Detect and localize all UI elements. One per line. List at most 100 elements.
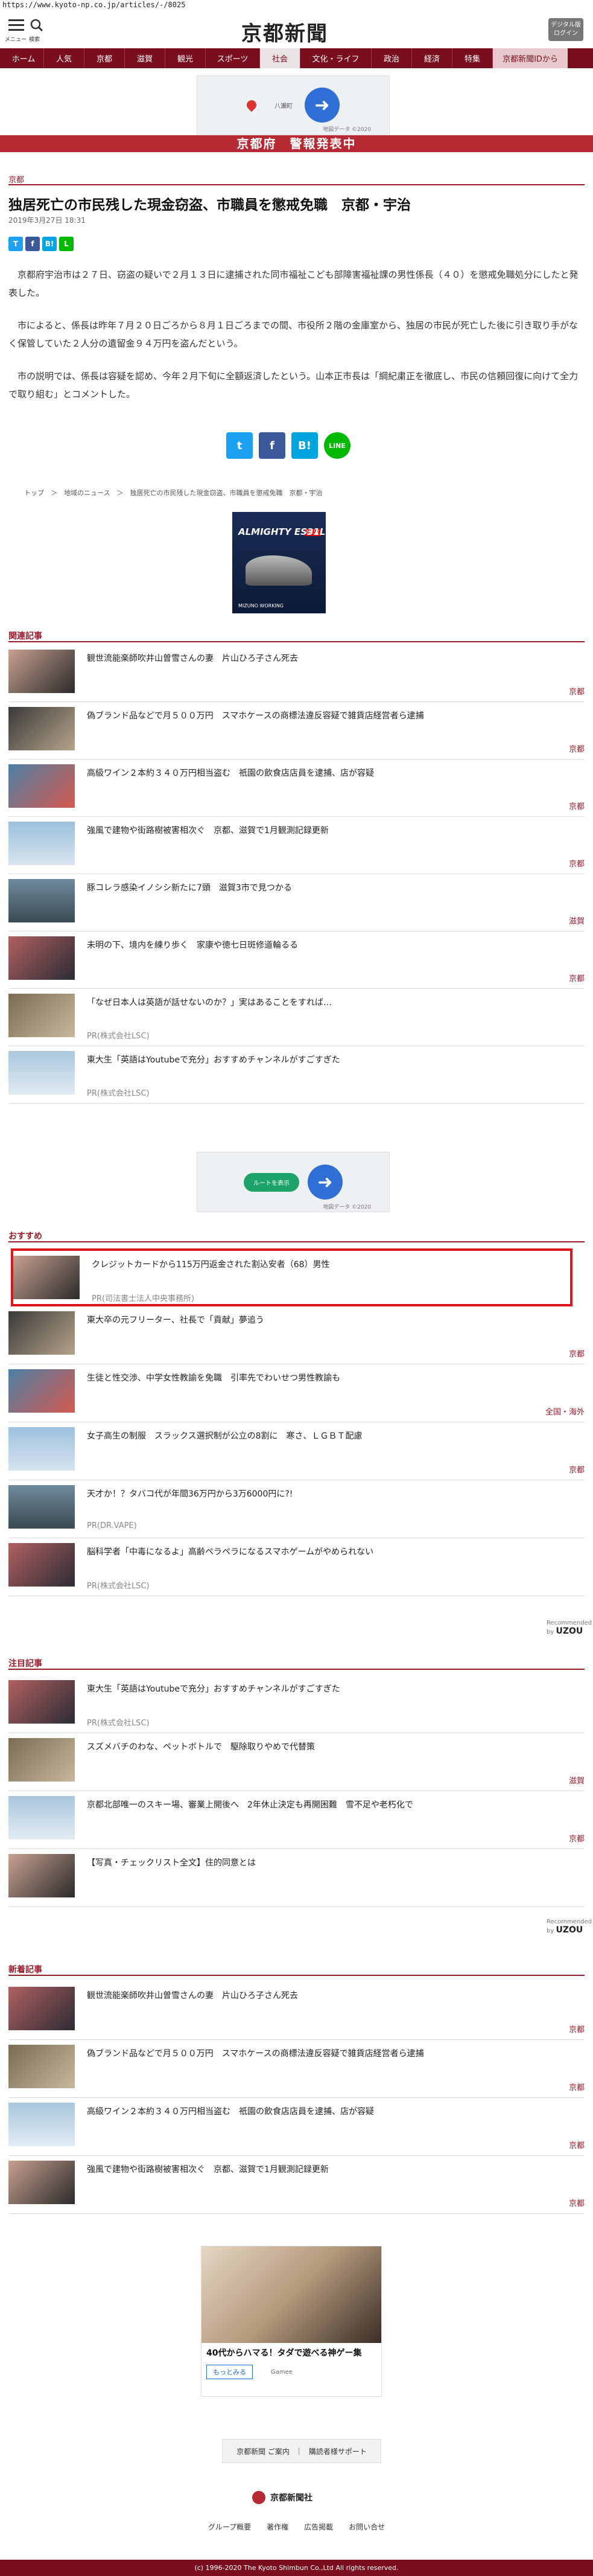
- nav-item-5[interactable]: スポーツ: [206, 48, 260, 68]
- related-item-tag[interactable]: 京都: [569, 857, 585, 869]
- related-item-tag[interactable]: 京都: [569, 685, 585, 697]
- related-item-tag[interactable]: 京都: [569, 800, 585, 811]
- footer-company[interactable]: 京都新聞社: [252, 2491, 312, 2504]
- facebook-share-icon[interactable]: f: [259, 432, 285, 459]
- osusume-item-title: クレジットカードから115万円返金された割込安者（68）男性: [92, 1260, 330, 1270]
- osusume-item[interactable]: 女子高生の制服 スラックス選択制が公立の8割に 寒さ、ＬＧＢＴ配慮 京都: [8, 1422, 585, 1480]
- twitter-icon[interactable]: T: [8, 237, 23, 251]
- notice-item[interactable]: 【写真・チェックリスト全文】住的同意とは: [8, 1849, 585, 1907]
- nav-item-8[interactable]: 政治: [372, 48, 412, 68]
- notice-item-title: 京都北部唯一のスキー場、審業上開後へ 2年休止決定も再開困難 雪不足や老朽化で: [87, 1800, 413, 1810]
- osusume-item-tag[interactable]: 全国・海外: [545, 1405, 585, 1417]
- latest-thumbnail: [8, 2045, 75, 2088]
- notice-item-tag[interactable]: 滋賀: [569, 1774, 585, 1786]
- related-item-title: 偽ブランド品などで月５００万円 スマホケースの商標法違反容疑で雑貨店経営者ら逮捕: [87, 711, 424, 721]
- related-item[interactable]: 「なぜ日本人は英語が話せないのか？」実はあることをすれば… PR(株式会社LSC): [8, 989, 585, 1046]
- twitter-share-icon[interactable]: t: [226, 432, 253, 459]
- article-date: 2019年3月27日 18:31: [8, 216, 86, 225]
- related-item[interactable]: 東大生「英語はYoutubeで充分」おすすめチャンネルがすごすぎた PR(株式会社…: [8, 1046, 585, 1104]
- related-item[interactable]: 偽ブランド品などで月５００万円 スマホケースの商標法違反容疑で雑貨店経営者ら逮捕…: [8, 702, 585, 759]
- nav-item-10[interactable]: 特集: [452, 48, 493, 68]
- footer-nav-link[interactable]: グループ概要: [208, 2522, 251, 2532]
- breadcrumb[interactable]: トップ ＞ 地域のニュース ＞ 独居死亡の市民残した現金窃盗、市職員を懲戒免職 …: [24, 488, 322, 497]
- line-icon[interactable]: L: [59, 237, 74, 251]
- facebook-icon[interactable]: f: [25, 237, 40, 251]
- weather-alert-banner[interactable]: 京都府 警報発表中: [0, 135, 593, 152]
- game-ad-brand: Gamee: [271, 2368, 293, 2376]
- latest-item[interactable]: 強風で建物や街路樹被害相次ぐ 京都、滋賀で1月観測記録更新京都: [8, 2156, 585, 2214]
- related-thumbnail: [8, 994, 75, 1037]
- game-ad[interactable]: 40代からハマる！タダで遊べる神ゲー集 もっとみる Gamee: [201, 2246, 382, 2397]
- latest-item-title: 偽ブランド品などで月５００万円 スマホケースの商標法違反容疑で雑貨店経営者ら逮捕: [87, 2049, 424, 2059]
- related-item[interactable]: 高級ワイン２本約３４０万円相当盗む 祇園の飲食店店員を逮捕、店が容疑 京都: [8, 759, 585, 817]
- osusume-item[interactable]: 生徒と性交渉、中学女性教諭を免職 引率先でわいせつ男性教諭も 全国・海外: [8, 1364, 585, 1422]
- nav-item-3[interactable]: 滋賀: [125, 48, 165, 68]
- latest-item[interactable]: 高級ワイン２本約３４０万円相当盗む 祇園の飲食店店員を逮捕、店が容疑 京都: [8, 2098, 585, 2156]
- game-ad-image: [201, 2246, 381, 2343]
- nav-item-9[interactable]: 経済: [412, 48, 452, 68]
- osusume-item[interactable]: クレジットカードから115万円返金された割込安者（68）男性 PR(司法書士法人中…: [11, 1248, 572, 1306]
- hamburger-menu-icon[interactable]: [8, 19, 24, 34]
- footer-nav-link[interactable]: 著作権: [267, 2522, 288, 2532]
- latest-item-tag[interactable]: 京都: [569, 2081, 585, 2092]
- latest-item[interactable]: 観世流能楽師吹井山曽雪さんの妻 片山ひろ子さん死去 京都: [8, 1982, 585, 2040]
- line-share-icon[interactable]: LINE: [324, 432, 350, 459]
- search-icon[interactable]: [30, 19, 43, 32]
- map-ad-middle[interactable]: ルートを表示 ➜ 地図データ ©2020: [197, 1152, 390, 1212]
- related-item[interactable]: 未明の下、境内を練り歩く 家康や徳七日斑修道輪るる 京都: [8, 932, 585, 989]
- notice-divider: [8, 1669, 585, 1670]
- nav-item-7[interactable]: 文化・ライフ: [300, 48, 372, 68]
- osusume-thumbnail: [8, 1369, 75, 1413]
- related-item[interactable]: 強風で建物や街路樹被害相次ぐ 京都、滋賀で1月観測記録更新 京都: [8, 817, 585, 874]
- notice-item-tag[interactable]: 京都: [569, 1832, 585, 1844]
- hatena-share-icon[interactable]: B!: [291, 432, 318, 459]
- digital-edition-button[interactable]: デジタル版 ログイン: [548, 18, 583, 41]
- latest-item-tag[interactable]: 京都: [569, 2023, 585, 2034]
- related-item-title: 東大生「英語はYoutubeで充分」おすすめチャンネルがすごすぎた: [87, 1055, 340, 1065]
- latest-item-tag[interactable]: 京都: [569, 2139, 585, 2150]
- footer-guide-link[interactable]: 京都新聞 ご案内: [236, 2446, 290, 2456]
- notice-item[interactable]: 東大生「英語はYoutubeで充分」おすすめチャンネルがすごすぎた PR(株式会社…: [8, 1675, 585, 1733]
- footer-nav-link[interactable]: 広告掲載: [304, 2522, 333, 2532]
- related-item-tag[interactable]: 滋賀: [569, 915, 585, 926]
- related-item-title: 「なぜ日本人は英語が話せないのか？」実はあることをすれば…: [87, 998, 332, 1008]
- osusume-item-tag[interactable]: 京都: [569, 1347, 585, 1359]
- osusume-thumbnail: [8, 1543, 75, 1587]
- nav-item-4[interactable]: 観光: [165, 48, 206, 68]
- osusume-item[interactable]: 東大卒の元フリーター、社長で「貢献」夢追う 京都: [8, 1306, 585, 1364]
- latest-item-tag[interactable]: 京都: [569, 2197, 585, 2208]
- nav-item-11[interactable]: 京都新聞IDから: [493, 48, 568, 68]
- osusume-item-tag[interactable]: 京都: [569, 1463, 585, 1475]
- latest-heading: 新着記事: [8, 1965, 42, 1975]
- osusume-item[interactable]: 脳科学者「中毒になるよ」高齢ペラペラになるスマホゲームがやめられない PR(株式会…: [8, 1538, 585, 1596]
- related-item[interactable]: 豚コレラ感染イノシシ新たに7頭 滋賀3市で見つかる 滋賀: [8, 874, 585, 932]
- related-item-sponsor: PR(株式会社LSC): [87, 1032, 150, 1041]
- shoe-ad[interactable]: NEW ALMIGHTY ES31L MIZUNO WORKING: [232, 512, 326, 613]
- nav-item-6[interactable]: 社会: [260, 48, 300, 68]
- map-pin-icon: [244, 98, 259, 112]
- notice-item[interactable]: スズメバチのわな、ペットボトルで 駆除取りやめで代替策 滋賀: [8, 1733, 585, 1791]
- nav-item-2[interactable]: 京都: [84, 48, 125, 68]
- osusume-item[interactable]: 天才か！？タバコ代が年間36万円から3万6000円に?! PR(DR.VAPE): [8, 1480, 585, 1538]
- latest-item-title: 強風で建物や街路樹被害相次ぐ 京都、滋賀で1月観測記録更新: [87, 2165, 329, 2175]
- related-item-tag[interactable]: 京都: [569, 743, 585, 754]
- footer-nav: グループ概要 著作権 広告掲載 お問い合せ: [0, 2522, 593, 2532]
- latest-item[interactable]: 偽ブランド品などで月５００万円 スマホケースの商標法違反容疑で雑貨店経営者ら逮捕…: [8, 2040, 585, 2098]
- related-thumbnail: [8, 650, 75, 693]
- footer-nav-link[interactable]: お問い合せ: [349, 2522, 385, 2532]
- browser-url[interactable]: https://www.kyoto-np.co.jp/articles/-/80…: [0, 0, 593, 11]
- nav-item-1[interactable]: 人気: [44, 48, 84, 68]
- nav-item-0[interactable]: ホーム: [4, 48, 44, 68]
- article-category[interactable]: 京都: [8, 173, 24, 185]
- game-ad-button[interactable]: もっとみる: [206, 2365, 253, 2379]
- map-ad-top[interactable]: 八瀬町 ➜ 地図データ ©2020: [197, 75, 390, 135]
- site-logo[interactable]: 京都新聞: [241, 17, 328, 46]
- footer-guide-link[interactable]: 購読者様サポート: [309, 2446, 367, 2456]
- osusume-thumbnail: [8, 1427, 75, 1471]
- related-item-tag[interactable]: 京都: [569, 972, 585, 983]
- latest-thumbnail: [8, 2161, 75, 2204]
- category-divider: [8, 184, 585, 185]
- related-item[interactable]: 観世流能楽師吹井山曽雪さんの妻 片山ひろ子さん死去 京都: [8, 645, 585, 702]
- notice-item[interactable]: 京都北部唯一のスキー場、審業上開後へ 2年休止決定も再開困難 雪不足や老朽化で京…: [8, 1791, 585, 1849]
- hatena-icon[interactable]: B!: [42, 237, 57, 251]
